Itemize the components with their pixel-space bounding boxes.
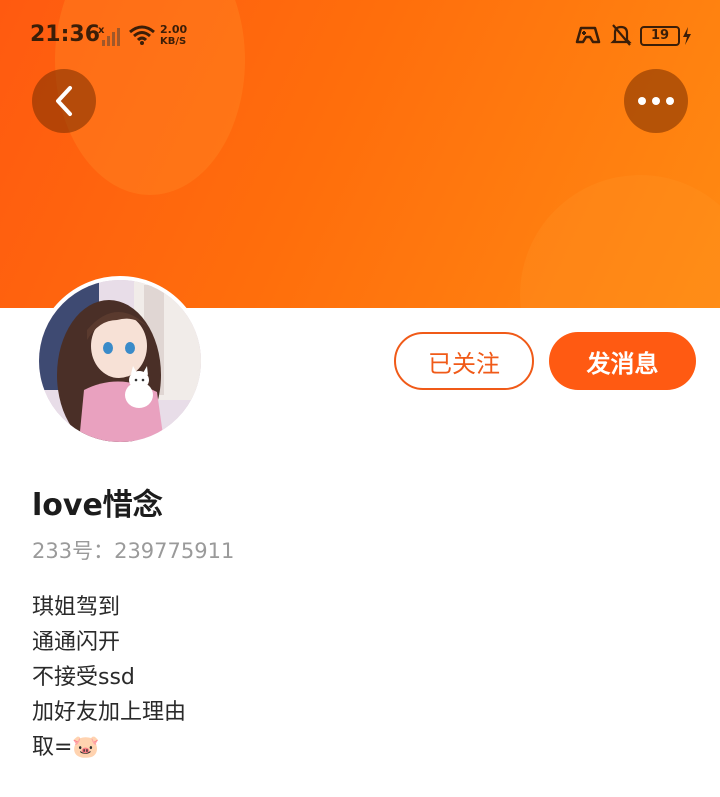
followed-button[interactable]: 已关注 [394,332,534,390]
more-options-button[interactable] [624,69,688,133]
status-time: 21:36 [30,22,101,47]
profile-username: love惜念 [32,488,163,523]
send-message-button[interactable]: 发消息 [549,332,696,390]
bio-line: 不接受ssd [32,665,135,690]
bio-line: 通通闪开 [32,630,121,655]
network-speed-unit: KB/S [160,36,187,47]
battery-indicator: 19 [640,26,680,46]
profile-header-banner: 21:36 x 2.00 KB/S 19 [0,0,720,308]
chevron-left-icon [56,86,72,116]
wifi-icon [129,25,155,45]
bio-line: 琪姐驾到 [32,595,121,620]
game-mode-icon [575,26,601,44]
bio-line: 取=🐷 [32,735,100,760]
network-speed-value: 2.00 [160,23,188,36]
profile-user-id: 233号：239775911 [32,539,235,563]
mute-bell-icon [610,24,632,46]
header-decoration [520,175,720,308]
bio-line: 加好友加上理由 [32,700,187,725]
avatar-image [39,280,201,442]
more-dots-icon [638,97,674,105]
status-bar: 21:36 x 2.00 KB/S 19 [0,18,720,58]
avatar[interactable] [35,276,205,446]
back-button[interactable] [32,69,96,133]
signal-icon: x [98,25,120,46]
profile-bio: 琪姐驾到 通通闪开 不接受ssd 加好友加上理由 取=🐷 [32,590,186,765]
svg-text:x: x [98,25,105,36]
network-speed: 2.00 KB/S [160,24,187,48]
charging-bolt-icon [683,27,691,45]
